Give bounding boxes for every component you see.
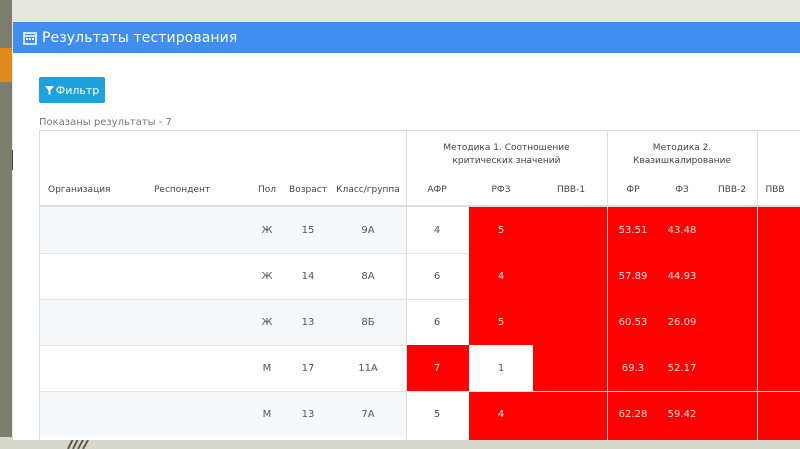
group-header-method2: Методика 2. Квазишкалирование (633, 143, 731, 166)
results-table: Методика 1. Соотношение критических знач… (39, 130, 800, 440)
cell-sex: Ж (261, 316, 273, 328)
cell-sex: Ж (261, 270, 273, 282)
cell-afr: 7 (433, 362, 441, 374)
cell-afr: 6 (433, 316, 441, 328)
column-header-org[interactable]: Организация (40, 175, 150, 205)
main-content: Фильтр Показаны результаты - 7 Методика … (13, 53, 800, 440)
cell-fr: 60.53 (618, 316, 648, 328)
cell-afr: 5 (433, 408, 441, 420)
cell-sex: М (262, 362, 272, 374)
cell-fz: 52.17 (667, 362, 697, 374)
results-count: Показаны результаты - 7 (39, 117, 172, 128)
group-header-method1: Методика 1. Соотношение критических знач… (443, 143, 570, 166)
filter-icon (44, 85, 54, 95)
cell-afr: 6 (433, 270, 441, 282)
filter-button[interactable]: Фильтр (39, 77, 105, 103)
calendar-icon (23, 31, 37, 45)
filter-button-label: Фильтр (55, 83, 100, 97)
column-header-pvv[interactable]: ПВВ (760, 175, 790, 205)
cell-fr: 53.51 (618, 224, 648, 236)
cell-age: 13 (301, 408, 315, 420)
cell-fr: 69.3 (621, 362, 645, 374)
slide-accent-bar (0, 48, 12, 82)
cell-class: 8А (361, 270, 375, 282)
cell-fr: 62.28 (618, 408, 648, 420)
cell-sex: М (262, 408, 272, 420)
cell-class: 11А (358, 362, 378, 374)
cell-class: 7А (361, 408, 375, 420)
cell-fr: 57.89 (618, 270, 648, 282)
cell-class: 8Б (361, 316, 375, 328)
column-header-fz[interactable]: ФЗ (664, 175, 700, 205)
column-header-afr[interactable]: АФР (414, 175, 460, 205)
cell-fz: 26.09 (667, 316, 697, 328)
column-header-fr[interactable]: ФР (616, 175, 650, 205)
cell-sex: Ж (261, 224, 273, 236)
column-header-pvv1[interactable]: ПВВ-1 (546, 175, 596, 205)
cell-fz: 59.42 (667, 408, 697, 420)
cell-age: 17 (301, 362, 315, 374)
results-window: Результаты тестирования Фильтр Показаны … (13, 22, 800, 440)
page-title: Результаты тестирования (42, 29, 238, 46)
column-header-sex[interactable]: Пол (252, 175, 282, 205)
cell-rfz: 5 (497, 224, 505, 236)
cell-age: 15 (301, 224, 315, 236)
cell-rfz: 4 (497, 270, 505, 282)
column-header-age[interactable]: Возраст (284, 175, 332, 205)
cell-rfz: 1 (497, 362, 505, 374)
cell-age: 13 (301, 316, 315, 328)
cell-afr: 4 (433, 224, 441, 236)
column-header-rfz[interactable]: РФЗ (478, 175, 524, 205)
cell-fz: 44.93 (667, 270, 697, 282)
cell-age: 14 (301, 270, 315, 282)
cell-rfz: 5 (497, 316, 505, 328)
column-header-class[interactable]: Класс/группа (334, 175, 402, 205)
cell-rfz: 4 (497, 408, 505, 420)
cell-class: 9А (361, 224, 375, 236)
cell-fz: 43.48 (667, 224, 697, 236)
title-bar: Результаты тестирования (13, 22, 800, 53)
column-header-respondent[interactable]: Респондент (146, 175, 256, 205)
column-separator (757, 131, 758, 440)
column-header-pvv2[interactable]: ПВВ-2 (710, 175, 754, 205)
